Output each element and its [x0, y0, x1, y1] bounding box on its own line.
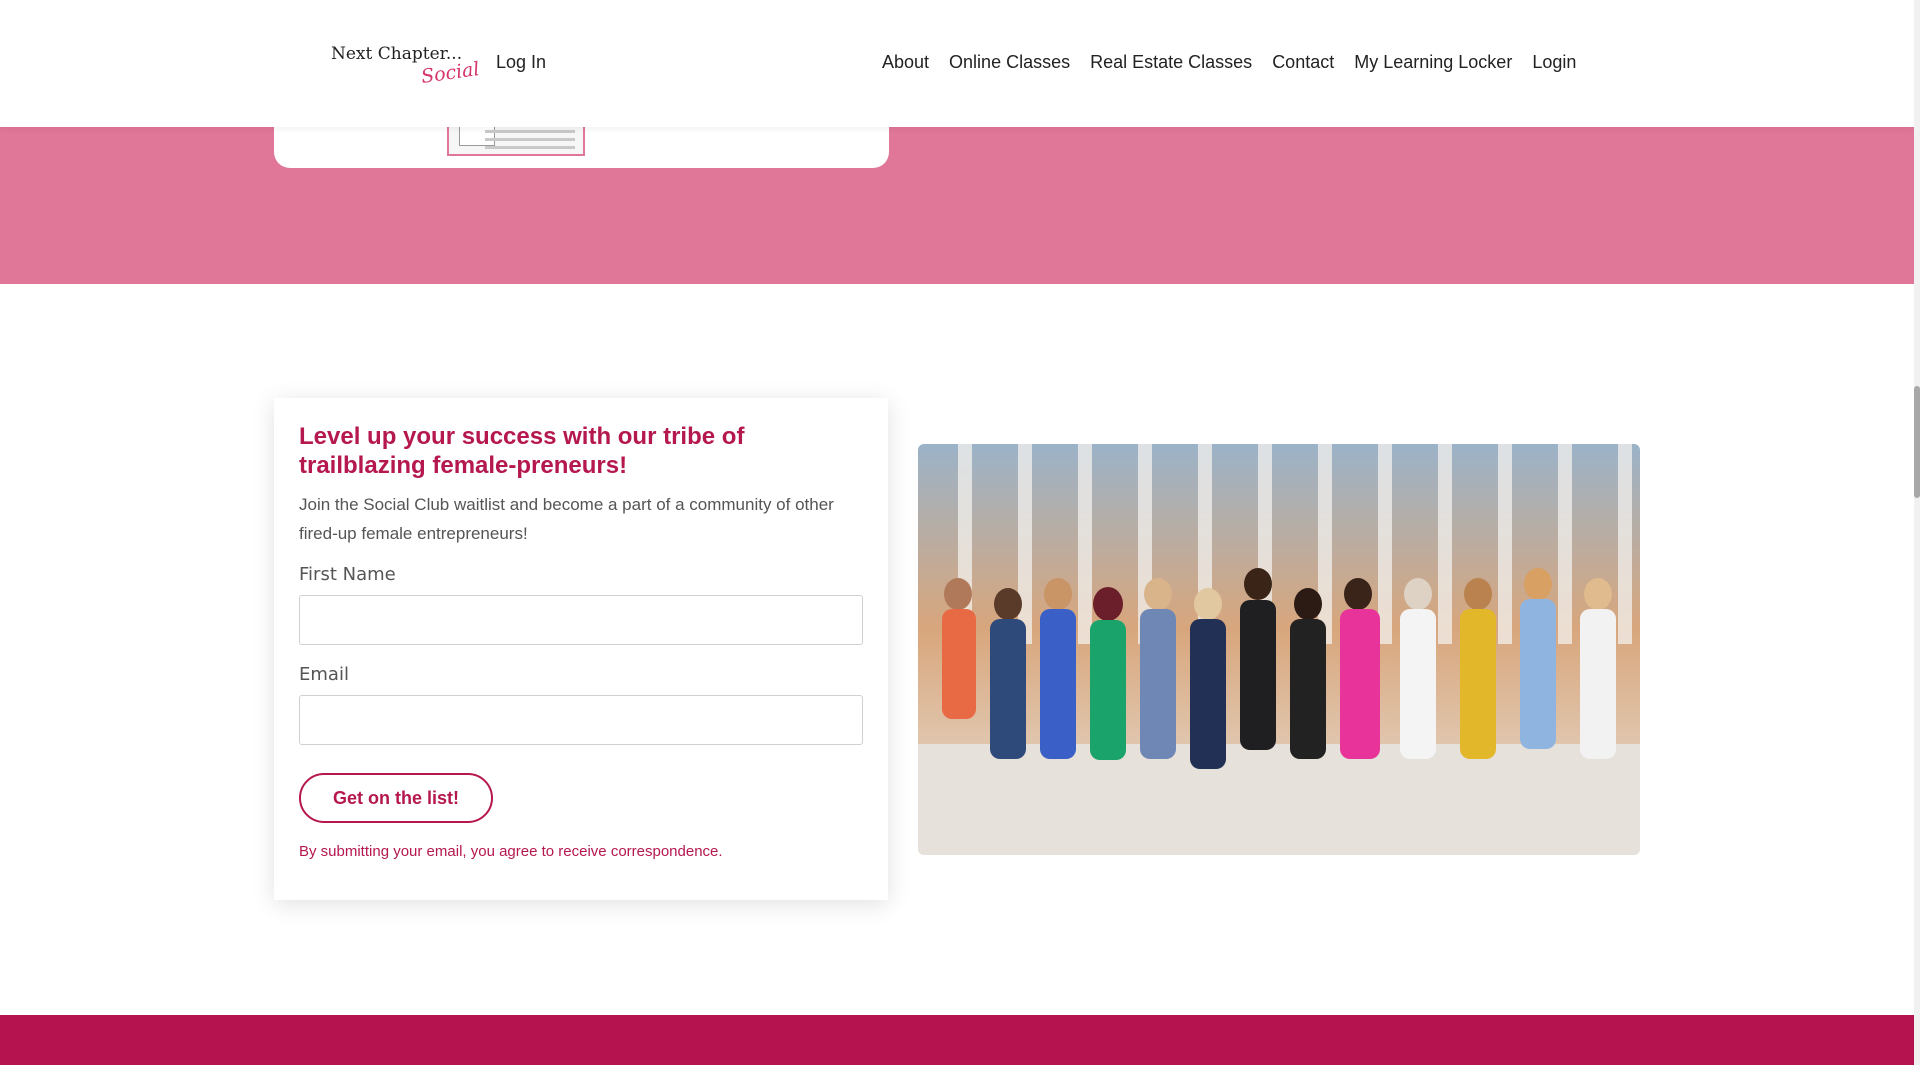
scrollbar-thumb[interactable]	[1914, 386, 1920, 498]
nav-login[interactable]: Login	[1532, 52, 1576, 73]
email-field[interactable]	[299, 695, 863, 745]
email-label: Email	[299, 664, 349, 685]
nav-online-classes[interactable]: Online Classes	[949, 52, 1070, 73]
log-in-link[interactable]: Log In	[496, 52, 546, 73]
form-description: Join the Social Club waitlist and become…	[299, 495, 834, 543]
first-name-label: First Name	[299, 564, 396, 585]
nav-about[interactable]: About	[882, 52, 929, 73]
logo[interactable]: Next Chapter... Social	[331, 42, 481, 90]
footer-band	[0, 1015, 1914, 1065]
group-photo-illustration	[918, 444, 1640, 855]
waitlist-form-card: Level up your success with our tribe of …	[274, 398, 888, 900]
form-title: Level up your success with our tribe of …	[299, 423, 745, 479]
consent-text: By submitting your email, you agree to r…	[299, 843, 723, 860]
get-on-the-list-button[interactable]: Get on the list!	[299, 773, 493, 823]
nav-real-estate-classes[interactable]: Real Estate Classes	[1090, 52, 1252, 73]
first-name-field[interactable]	[299, 595, 863, 645]
site-header: Next Chapter... Social Log In About Onli…	[0, 0, 1914, 127]
main-nav: About Online Classes Real Estate Classes…	[882, 52, 1576, 73]
scrollbar[interactable]	[1914, 0, 1920, 1065]
nav-my-learning-locker[interactable]: My Learning Locker	[1354, 52, 1512, 73]
nav-contact[interactable]: Contact	[1272, 52, 1334, 73]
logo-text: Next Chapter...	[331, 44, 463, 64]
group-photo	[918, 444, 1640, 855]
